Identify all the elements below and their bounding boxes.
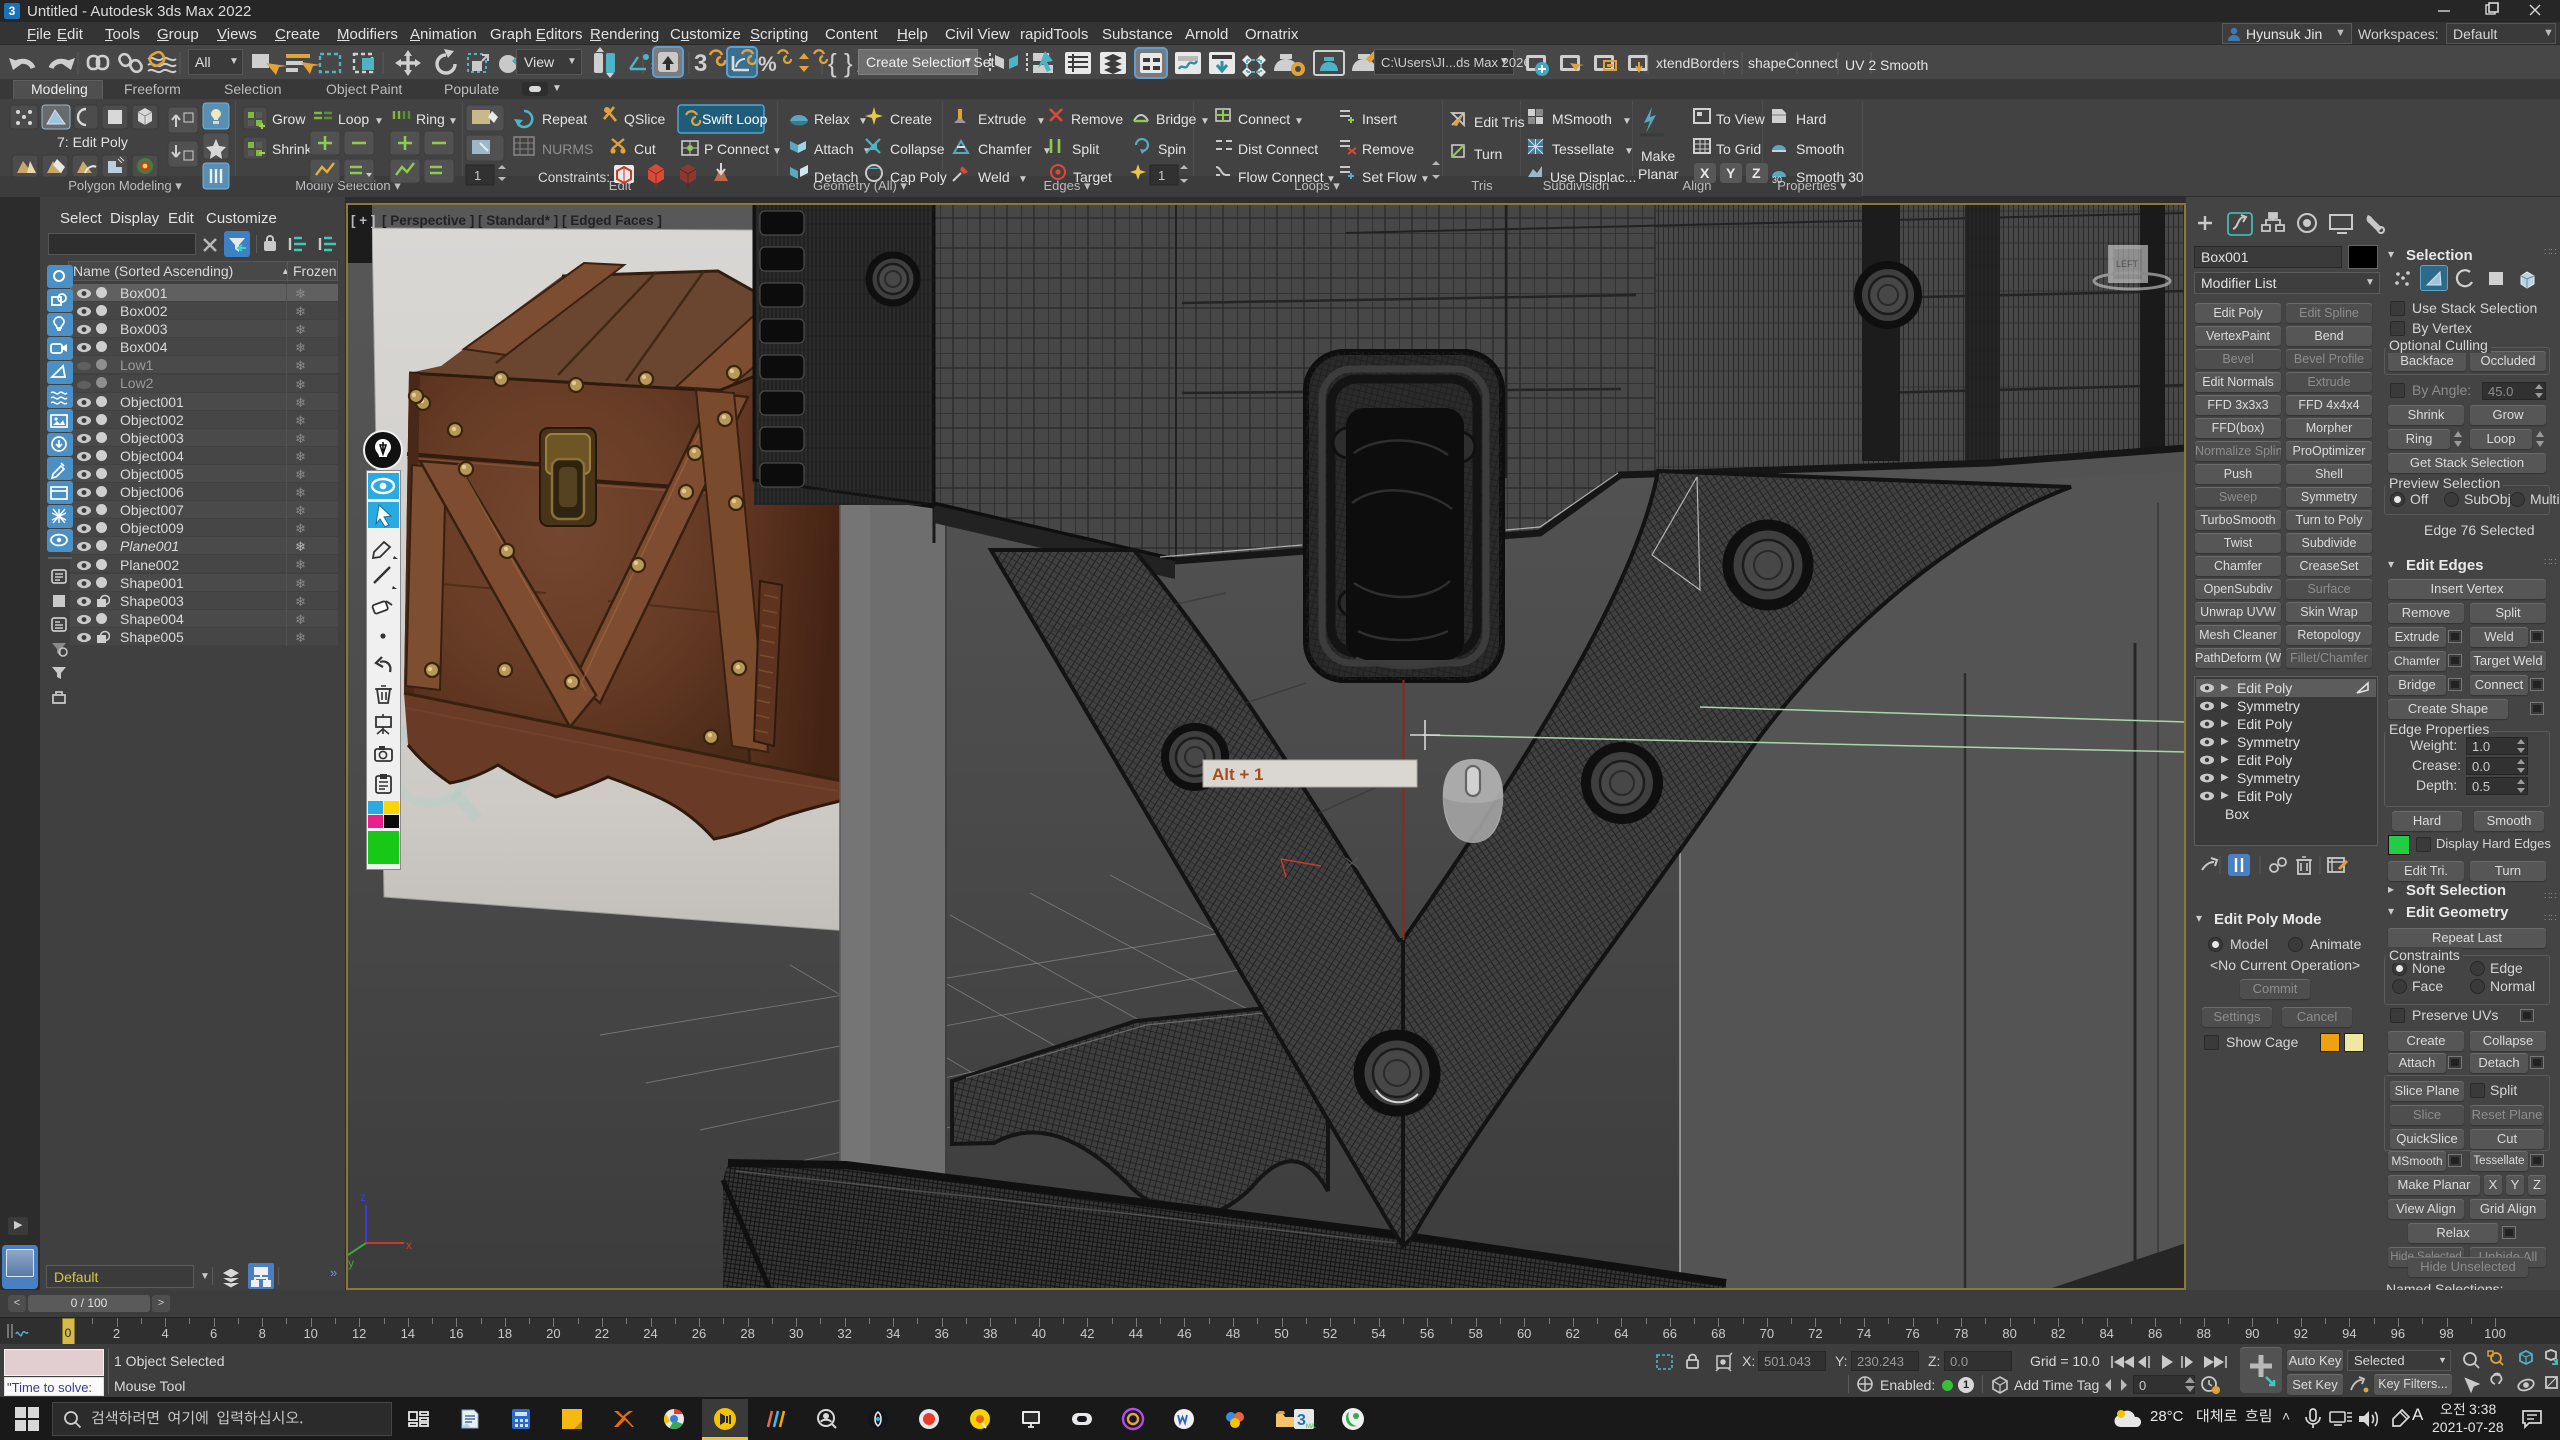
svg-text:Remove: Remove [1362, 141, 1414, 157]
svg-text:Smooth: Smooth [1796, 141, 1844, 157]
svg-text:Dist Connect: Dist Connect [1238, 141, 1318, 157]
svg-text:Detach: Detach [814, 169, 858, 185]
svg-text:Edit Tris: Edit Tris [1474, 114, 1525, 130]
svg-text:[ + ]: [ + ] [351, 213, 375, 228]
svg-text:▼: ▼ [1420, 174, 1430, 185]
svg-text:Z: Z [1752, 165, 1761, 181]
svg-text:▼: ▼ [1294, 116, 1304, 127]
svg-text:▼: ▼ [858, 116, 868, 127]
svg-text:▼: ▼ [772, 146, 782, 157]
svg-text:Relax: Relax [814, 111, 850, 127]
svg-text:QSlice: QSlice [624, 111, 665, 127]
svg-text:Insert: Insert [1362, 111, 1397, 127]
svg-text:Hard: Hard [1796, 111, 1826, 127]
svg-text:{: { [828, 48, 837, 78]
svg-text:Bridge: Bridge [1156, 111, 1197, 127]
svg-text:Repeat: Repeat [542, 111, 587, 127]
svg-text:}: } [844, 48, 853, 78]
svg-text:y: y [348, 1256, 354, 1270]
svg-text:▼: ▼ [1036, 116, 1046, 127]
svg-text:1: 1 [474, 168, 481, 183]
svg-text:Alt + 1: Alt + 1 [1212, 765, 1264, 784]
svg-text:Swift Loop: Swift Loop [702, 111, 768, 127]
svg-text:Flow Connect: Flow Connect [1238, 169, 1324, 185]
svg-text:Loop: Loop [338, 111, 369, 127]
svg-text:▼: ▼ [1200, 116, 1210, 127]
svg-text:[ Perspective ] [ Standard* ]: [ Perspective ] [ Standard* ] [ Edged Fa… [382, 213, 662, 228]
svg-text:▼: ▼ [448, 116, 458, 127]
svg-text:Spin: Spin [1158, 141, 1186, 157]
svg-text:3: 3 [694, 50, 707, 77]
svg-text:MSmooth: MSmooth [1552, 111, 1612, 127]
svg-text:Planar: Planar [1638, 166, 1679, 182]
svg-text:Connect: Connect [1238, 111, 1290, 127]
svg-text:Make: Make [1641, 148, 1675, 164]
svg-text:Constraints:: Constraints: [538, 170, 610, 185]
svg-text:▼: ▼ [1326, 174, 1336, 185]
svg-text:▼: ▼ [1018, 174, 1028, 185]
svg-text:z: z [360, 1190, 366, 1204]
svg-text:Chamfer: Chamfer [978, 141, 1032, 157]
svg-text:xtendBorders: xtendBorders [1656, 55, 1739, 71]
svg-text:Cap Poly: Cap Poly [890, 169, 947, 185]
svg-text:Weld: Weld [978, 169, 1010, 185]
svg-text:Turn: Turn [1474, 146, 1502, 162]
svg-text:P Connect: P Connect [704, 141, 769, 157]
svg-text:Ring: Ring [416, 111, 445, 127]
svg-text:Create: Create [890, 111, 932, 127]
svg-text:Target: Target [1073, 169, 1112, 185]
svg-text:x: x [406, 1238, 412, 1252]
svg-text:LEFT: LEFT [2116, 259, 2139, 269]
svg-text:Set Flow: Set Flow [1362, 169, 1417, 185]
svg-text:Attach: Attach [814, 141, 854, 157]
svg-text:MAX: MAX [1306, 1424, 1316, 1430]
svg-text:To View: To View [1716, 111, 1766, 127]
svg-text:30: 30 [1772, 175, 1782, 185]
svg-text:Cut: Cut [634, 141, 656, 157]
svg-text:▼: ▼ [1622, 116, 1632, 127]
svg-text:Shrink: Shrink [272, 141, 313, 157]
svg-text:To Grid: To Grid [1716, 141, 1761, 157]
svg-text:%: % [758, 53, 777, 76]
svg-text:Split: Split [1072, 141, 1099, 157]
svg-text:NURMS: NURMS [542, 141, 593, 157]
svg-text:Collapse: Collapse [890, 141, 945, 157]
svg-text:▼: ▼ [374, 116, 384, 127]
svg-text:1: 1 [1158, 168, 1165, 183]
svg-text:Tessellate: Tessellate [1552, 141, 1614, 157]
svg-text:Use Displac...: Use Displac... [1550, 169, 1636, 185]
svg-text:7: Edit Poly: 7: Edit Poly [57, 134, 128, 150]
svg-text:shapeConnect: shapeConnect [1748, 55, 1838, 71]
svg-text:Remove: Remove [1071, 111, 1123, 127]
svg-text:Y: Y [1726, 165, 1736, 181]
svg-text:▼: ▼ [1624, 146, 1634, 157]
svg-text:3: 3 [1297, 1412, 1306, 1429]
svg-text:Extrude: Extrude [978, 111, 1026, 127]
svg-text:Smooth 30: Smooth 30 [1796, 169, 1864, 185]
svg-text:Grow: Grow [272, 111, 306, 127]
svg-text:X: X [1700, 165, 1710, 181]
